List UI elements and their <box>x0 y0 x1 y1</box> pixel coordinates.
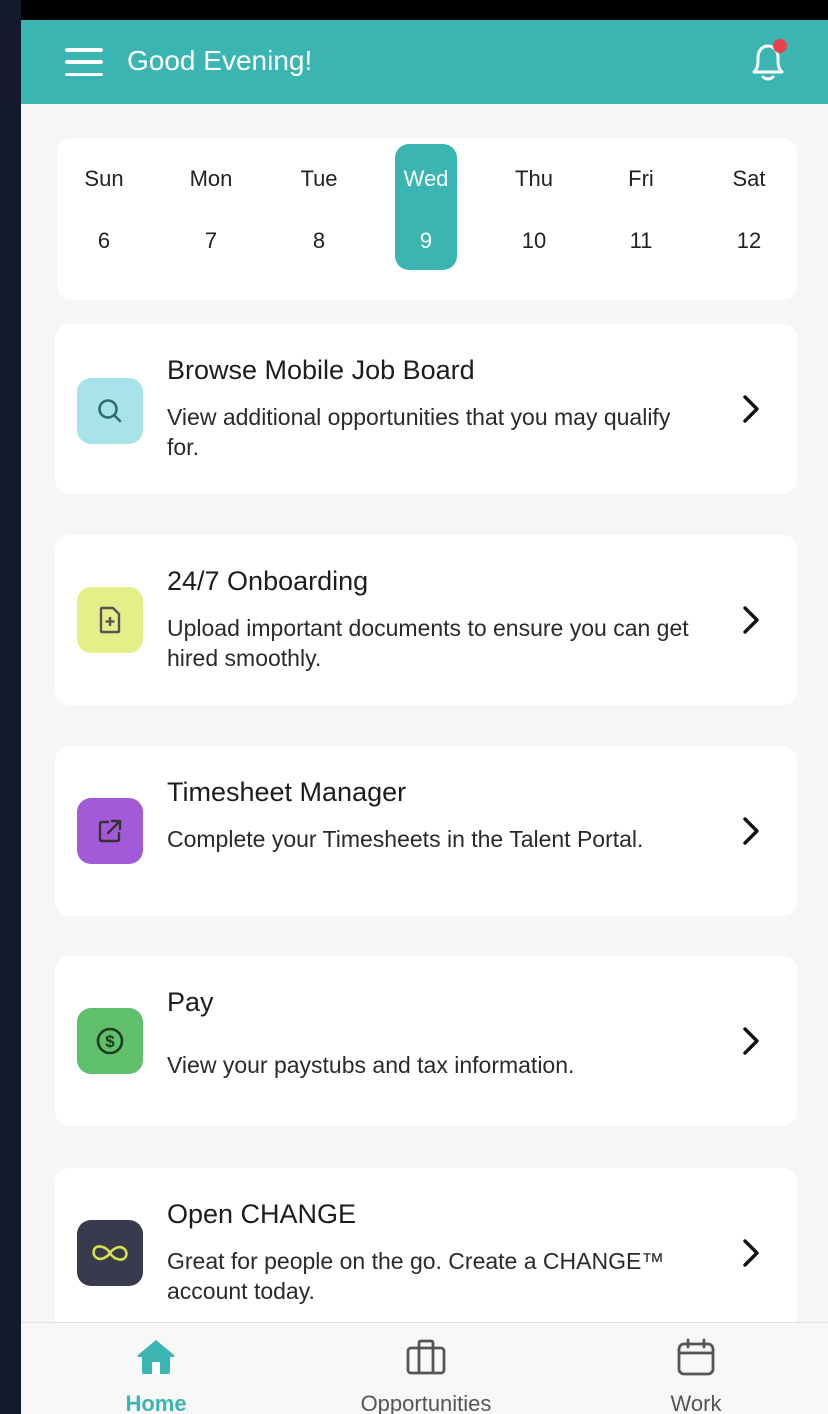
card-description: Complete your Timesheets in the Talent P… <box>167 826 644 852</box>
day-wed-selected[interactable]: Wed 9 <box>393 138 459 300</box>
day-number: 6 <box>97 228 111 253</box>
day-name: Thu <box>515 166 553 191</box>
card-title: Pay <box>167 987 214 1017</box>
nav-label: Home <box>125 1391 187 1414</box>
week-calendar: Sun 6 Mon 7 Tue 8 Wed 9 Thu 10 Fri 11 Sa… <box>57 138 797 300</box>
day-sat[interactable]: Sat 12 <box>716 138 782 300</box>
day-number: 9 <box>419 228 433 253</box>
infinity-icon <box>77 1220 143 1286</box>
briefcase-icon <box>406 1339 446 1375</box>
card-title: 24/7 Onboarding <box>167 566 369 596</box>
day-number: 7 <box>204 228 218 253</box>
day-mon[interactable]: Mon 7 <box>178 138 244 300</box>
chevron-right-icon <box>743 1239 759 1267</box>
document-add-icon <box>77 587 143 653</box>
nav-opportunities[interactable]: Opportunities <box>331 1323 521 1414</box>
card-description: Great for people on the go. Create a CHA… <box>167 1248 665 1304</box>
hamburger-menu-icon[interactable] <box>65 48 103 76</box>
day-fri[interactable]: Fri 11 <box>608 138 674 300</box>
card-title: Browse Mobile Job Board <box>167 355 475 385</box>
chevron-right-icon <box>743 606 759 634</box>
day-number: 10 <box>521 228 547 253</box>
bottom-navigation: Home Opportunities Work <box>21 1322 828 1414</box>
nav-label: Opportunities <box>360 1391 492 1414</box>
chevron-right-icon <box>743 817 759 845</box>
day-name: Sun <box>84 166 124 191</box>
timesheet-card[interactable]: Timesheet Manager Complete your Timeshee… <box>55 746 797 916</box>
nav-home[interactable]: Home <box>101 1323 211 1414</box>
open-change-card[interactable]: Open CHANGE Great for people on the go. … <box>55 1168 797 1338</box>
home-icon <box>137 1340 175 1374</box>
card-description: Upload important documents to ensure you… <box>167 615 689 671</box>
day-thu[interactable]: Thu 10 <box>501 138 567 300</box>
onboarding-card[interactable]: 24/7 Onboarding Upload important documen… <box>55 535 797 705</box>
day-name: Mon <box>189 166 233 191</box>
left-frame-strip <box>0 0 21 1414</box>
card-description: View additional opportunities that you m… <box>167 404 671 460</box>
bell-icon[interactable] <box>746 38 790 86</box>
day-tue[interactable]: Tue 8 <box>286 138 352 300</box>
card-title: Open CHANGE <box>167 1199 357 1229</box>
day-number: 11 <box>629 228 653 253</box>
day-number: 8 <box>312 228 326 253</box>
greeting-title: Good Evening! <box>127 45 313 76</box>
status-bar-strip <box>0 0 828 20</box>
nav-work[interactable]: Work <box>651 1323 741 1414</box>
card-title: Timesheet Manager <box>167 777 407 807</box>
app-header: Good Evening! <box>21 20 828 104</box>
external-link-icon <box>77 798 143 864</box>
day-name: Wed <box>403 166 449 191</box>
card-description: View your paystubs and tax information. <box>167 1052 575 1078</box>
day-sun[interactable]: Sun 6 <box>71 138 137 300</box>
search-icon <box>77 378 143 444</box>
day-number: 12 <box>736 228 762 253</box>
chevron-right-icon <box>743 1027 759 1055</box>
nav-label: Work <box>670 1391 722 1414</box>
day-name: Sat <box>732 166 766 191</box>
day-name: Tue <box>300 166 338 191</box>
pay-card[interactable]: $ Pay View your paystubs and tax informa… <box>55 956 797 1126</box>
chevron-right-icon <box>743 395 759 423</box>
svg-text:$: $ <box>105 1032 115 1051</box>
day-name: Fri <box>628 166 654 191</box>
calendar-icon <box>677 1338 715 1376</box>
job-board-card[interactable]: Browse Mobile Job Board View additional … <box>55 324 797 494</box>
notification-dot <box>773 39 787 53</box>
dollar-coin-icon: $ <box>77 1008 143 1074</box>
app-screen: Good Evening! Sun 6 Mon 7 Tue 8 Wed 9 Th… <box>21 20 828 1414</box>
